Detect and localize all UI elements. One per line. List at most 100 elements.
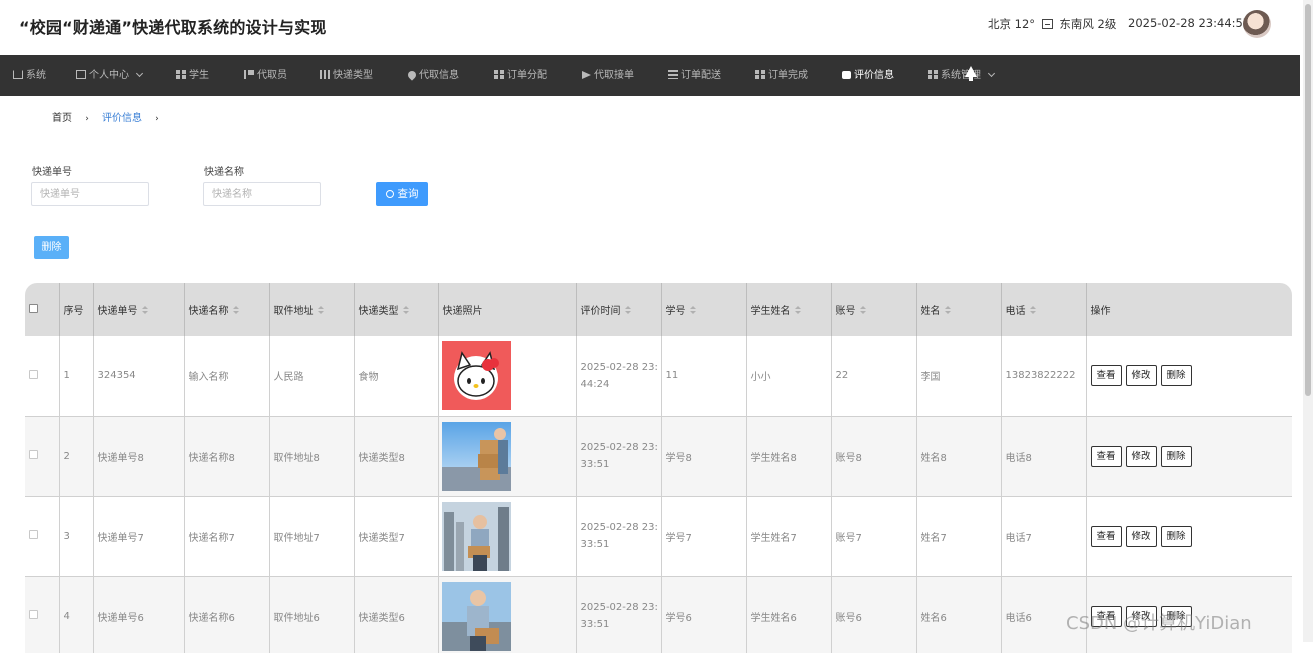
cell-index: 2	[59, 416, 94, 497]
query-button-label: 查询	[397, 188, 419, 200]
cell-review-time: 2025-02-28 23:44:24	[576, 336, 662, 417]
row-select-cell[interactable]	[25, 576, 60, 653]
row-select-cell[interactable]	[25, 416, 60, 497]
view-button[interactable]: 查看	[1090, 525, 1122, 547]
cell-index: 1	[59, 336, 94, 417]
batch-delete-button[interactable]: 删除	[34, 236, 69, 259]
nav-item-order-delivery[interactable]: 订单配送	[668, 55, 721, 96]
row-select-cell[interactable]	[25, 496, 60, 577]
scrollbar-thumb[interactable]	[1305, 4, 1311, 396]
tracking-no-input[interactable]	[31, 182, 149, 206]
nav-label: 学生	[189, 70, 209, 81]
send-icon	[582, 71, 591, 79]
watermark: CSDN @计算机YiDian	[1066, 613, 1252, 634]
main-nav: 系统 个人中心 学生 代取员 快递类型 代取信息 订单分配 代取接单 订单配送 …	[0, 55, 1300, 96]
cell-pickup-address: 人民路	[269, 336, 355, 417]
col-header[interactable]: 快递类型	[354, 283, 439, 336]
cell-tracking-no: 快递单号8	[93, 416, 185, 497]
cell-phone: 电话7	[1001, 496, 1087, 577]
grid-icon	[494, 70, 504, 79]
edit-button[interactable]: 修改	[1125, 525, 1157, 547]
nav-item-students[interactable]: 学生	[176, 55, 209, 96]
nav-item-reviews[interactable]: 评价信息	[842, 55, 894, 96]
col-header[interactable]: 学号	[661, 283, 747, 336]
sort-icon[interactable]	[141, 306, 148, 315]
reviews-table: 序号 快递单号 快递名称 取件地址 快递类型 快递照片 评价时间 学号 学生姓名…	[25, 283, 1292, 653]
sort-icon[interactable]	[794, 306, 801, 315]
nav-item-accept-orders[interactable]: 代取接单	[582, 55, 634, 96]
sort-icon[interactable]	[317, 306, 324, 315]
page-scrollbar[interactable]	[1303, 0, 1313, 642]
row-checkbox[interactable]	[29, 369, 38, 379]
col-header[interactable]: 快递单号	[93, 283, 185, 336]
cell-review-time: 2025-02-28 23:33:51	[576, 416, 662, 497]
nav-item-system-admin[interactable]: 系统管理	[928, 55, 996, 96]
sort-icon[interactable]	[232, 306, 239, 315]
table-row: 2 快递单号8 快递名称8 取件地址8 快递类型8 2025-02-28 23:…	[25, 416, 1292, 497]
sort-icon[interactable]	[624, 306, 631, 315]
list-icon	[668, 70, 678, 79]
col-header: 序号	[59, 283, 94, 336]
col-header[interactable]: 评价时间	[576, 283, 662, 336]
select-all-cell[interactable]	[25, 283, 60, 336]
col-header-label: 快递单号	[97, 306, 138, 317]
avatar[interactable]	[1243, 10, 1271, 38]
sort-icon[interactable]	[402, 306, 409, 315]
cell-student-name: 学生姓名6	[746, 576, 832, 653]
cell-express-name: 快递名称8	[184, 416, 270, 497]
cell-express-type: 食物	[354, 336, 439, 417]
breadcrumb-home[interactable]: 首页	[52, 113, 72, 124]
nav-label: 订单完成	[768, 70, 808, 81]
col-header-label: 操作	[1090, 306, 1111, 317]
sort-icon[interactable]	[689, 306, 696, 315]
col-header-label: 快递名称	[188, 306, 229, 317]
col-header[interactable]: 账号	[831, 283, 917, 336]
cell-student-no: 学号6	[661, 576, 747, 653]
nav-item-order-complete[interactable]: 订单完成	[755, 55, 808, 96]
col-header[interactable]: 取件地址	[269, 283, 355, 336]
col-header-label: 快递照片	[442, 306, 483, 317]
col-header[interactable]: 学生姓名	[746, 283, 832, 336]
cell-student-no: 学号8	[661, 416, 747, 497]
top-header: “校园“财递通”快递代取系统的设计与实现 北京 12° 东南风 2级 2025-…	[0, 0, 1313, 55]
delete-button[interactable]: 删除	[1160, 365, 1192, 387]
cell-express-photo	[438, 416, 577, 497]
row-checkbox[interactable]	[29, 610, 38, 619]
sort-icon[interactable]	[1029, 306, 1036, 315]
express-name-input[interactable]	[203, 182, 321, 206]
sort-icon[interactable]	[859, 306, 866, 315]
edit-button[interactable]: 修改	[1125, 365, 1157, 387]
delete-button[interactable]: 删除	[1160, 445, 1192, 467]
row-select-cell[interactable]	[25, 336, 60, 417]
nav-item-system[interactable]: 系统	[13, 55, 46, 96]
row-checkbox[interactable]	[29, 530, 38, 539]
col-header-label: 学号	[665, 306, 686, 317]
cell-student-name: 学生姓名7	[746, 496, 832, 577]
cell-pickup-address: 取件地址6	[269, 576, 355, 653]
search-icon	[385, 190, 394, 198]
view-button[interactable]: 查看	[1090, 365, 1122, 387]
query-button[interactable]: 查询	[376, 182, 428, 206]
nav-label: 系统	[26, 70, 46, 81]
express-name-label: 快递名称	[204, 167, 244, 178]
col-header[interactable]: 快递名称	[184, 283, 270, 336]
current-datetime: 2025-02-28 23:44:57	[1128, 16, 1251, 30]
cell-express-name: 输入名称	[184, 336, 270, 417]
col-header-label: 序号	[63, 306, 84, 317]
nav-item-couriers[interactable]: 代取员	[244, 55, 287, 96]
nav-label: 订单配送	[681, 70, 721, 81]
sort-icon[interactable]	[944, 306, 951, 315]
nav-item-express-types[interactable]: 快递类型	[320, 55, 373, 96]
delete-button[interactable]: 删除	[1160, 525, 1192, 547]
bars-icon	[320, 70, 330, 79]
row-checkbox[interactable]	[29, 450, 38, 459]
col-header[interactable]: 姓名	[916, 283, 1002, 336]
nav-item-order-assign[interactable]: 订单分配	[494, 55, 547, 96]
nav-item-pickup-info[interactable]: 代取信息	[406, 55, 459, 96]
select-all-checkbox[interactable]	[29, 303, 38, 313]
nav-item-profile[interactable]: 个人中心	[76, 55, 144, 96]
col-header[interactable]: 电话	[1001, 283, 1087, 336]
view-button[interactable]: 查看	[1090, 445, 1122, 467]
breadcrumb-separator-icon: ›	[85, 114, 89, 124]
edit-button[interactable]: 修改	[1125, 445, 1157, 467]
